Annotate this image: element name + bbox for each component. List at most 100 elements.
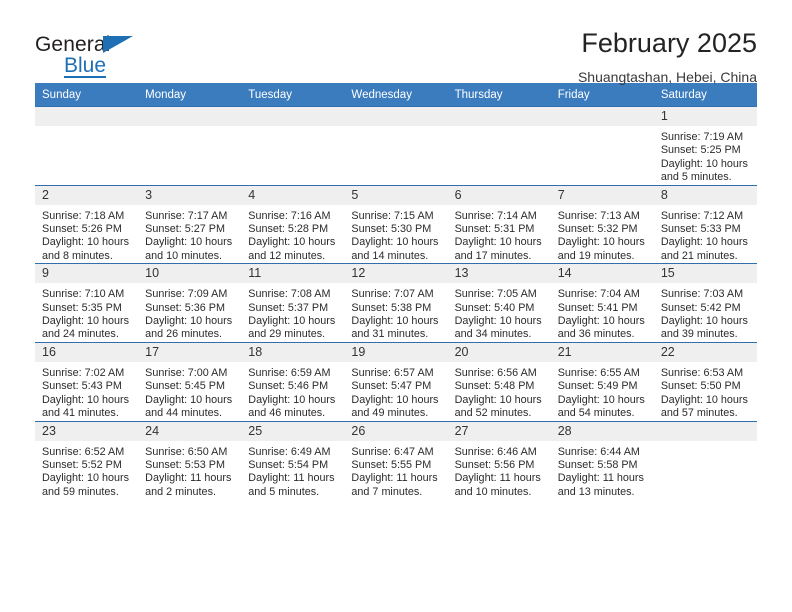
general-blue-logo[interactable]: General Blue [35, 28, 165, 78]
day-details: Sunrise: 6:44 AM Sunset: 5:58 PM Daylight:… [551, 441, 654, 500]
daylight-duration: Daylight: 10 hours and 39 minutes. [660, 315, 748, 341]
calendar-day-cell[interactable]: 9 Sunrise: 7:10 AM Sunset: 5:35 PM Daylight… [35, 263, 139, 343]
calendar-day-cell[interactable]: 20 Sunrise: 6:56 AM Sunset: 5:48 PM Dayligh… [447, 341, 551, 421]
sunrise-time: Sunrise: 6:50 AM [145, 445, 228, 458]
day-number: 13 [447, 264, 551, 284]
sunrise-time: Sunrise: 7:15 AM [351, 209, 434, 222]
sunset-time: Sunset: 5:30 PM [351, 223, 432, 236]
sunset-time: Sunset: 5:50 PM [660, 380, 741, 393]
day-details: Sunrise: 7:16 AM Sunset: 5:28 PM Daylight:… [241, 205, 344, 264]
calendar-day-cell[interactable]: 25 Sunrise: 6:49 AM Sunset: 5:54 PM Dayligh… [241, 420, 345, 500]
day-details: Sunrise: 7:09 AM Sunset: 5:36 PM Daylight:… [138, 283, 241, 342]
calendar-day-cell[interactable]: 14 Sunrise: 7:04 AM Sunset: 5:41 PM Dayligh… [550, 263, 654, 343]
daylight-duration: Daylight: 10 hours and 14 minutes. [351, 236, 439, 262]
calendar-day-cell[interactable]: 23 Sunrise: 6:52 AM Sunset: 5:52 PM Dayligh… [35, 420, 139, 500]
calendar-day-cell-empty [447, 106, 551, 186]
daylight-duration: Daylight: 10 hours and 26 minutes. [145, 315, 233, 341]
calendar-day-cell[interactable]: 21 Sunrise: 6:55 AM Sunset: 5:49 PM Dayligh… [550, 341, 654, 421]
sunrise-time: Sunrise: 7:00 AM [145, 366, 228, 379]
daylight-duration: Daylight: 10 hours and 54 minutes. [557, 393, 645, 420]
sunset-time: Sunset: 5:56 PM [454, 458, 535, 471]
sunset-time: Sunset: 5:47 PM [351, 380, 432, 393]
sunrise-time: Sunrise: 7:14 AM [454, 209, 537, 222]
sunrise-time: Sunrise: 7:03 AM [660, 288, 744, 301]
calendar-day-cell[interactable]: 16 Sunrise: 7:02 AM Sunset: 5:43 PM Dayligh… [35, 341, 139, 421]
calendar-day-cell[interactable]: 13 Sunrise: 7:05 AM Sunset: 5:40 PM Dayligh… [447, 263, 551, 343]
page-title: February 2025 [581, 28, 757, 58]
calendar-day-cell[interactable]: 15 Sunrise: 7:03 AM Sunset: 5:42 PM Dayligh… [653, 263, 757, 343]
calendar-day-cell[interactable]: 7 Sunrise: 7:13 AM Sunset: 5:32 PM Daylight… [550, 184, 654, 264]
calendar-day-cell-empty [550, 106, 654, 186]
calendar-day-cell[interactable]: 8 Sunrise: 7:12 AM Sunset: 5:33 PM Daylight… [653, 184, 757, 264]
sunrise-time: Sunrise: 7:17 AM [145, 209, 228, 222]
calendar-day-cell[interactable]: 17 Sunrise: 7:00 AM Sunset: 5:45 PM Dayligh… [138, 341, 242, 421]
calendar-day-cell[interactable]: 3 Sunrise: 7:17 AM Sunset: 5:27 PM Daylight… [138, 184, 242, 264]
daylight-duration: Daylight: 10 hours and 21 minutes. [660, 236, 748, 262]
day-number: 8 [653, 185, 757, 205]
day-details: Sunrise: 7:03 AM Sunset: 5:42 PM Daylight:… [654, 283, 757, 342]
calendar-day-cell[interactable]: 28 Sunrise: 6:44 AM Sunset: 5:58 PM Dayligh… [550, 420, 654, 500]
calendar-week-row: 16 Sunrise: 7:02 AM Sunset: 5:43 PM Dayligh… [35, 341, 757, 421]
sunset-time: Sunset: 5:26 PM [42, 223, 122, 236]
day-details: Sunrise: 7:10 AM Sunset: 5:35 PM Daylight:… [35, 283, 138, 342]
calendar-day-cell[interactable]: 22 Sunrise: 6:53 AM Sunset: 5:50 PM Dayligh… [653, 341, 757, 421]
sunset-time: Sunset: 5:46 PM [248, 380, 329, 393]
logo-text-general: General [35, 33, 111, 56]
sunset-time: Sunset: 5:55 PM [351, 458, 432, 471]
sunset-time: Sunset: 5:37 PM [248, 301, 329, 314]
day-number: 19 [344, 342, 448, 362]
day-number: 4 [241, 185, 345, 205]
day-number: 7 [550, 185, 654, 205]
weekday-header-tuesday: Tuesday [241, 83, 345, 107]
daylight-duration: Daylight: 10 hours and 31 minutes. [351, 315, 439, 341]
calendar-page: General Blue February 2025 Shuangtashan,… [0, 0, 792, 612]
calendar-day-cell[interactable]: 10 Sunrise: 7:09 AM Sunset: 5:36 PM Dayligh… [138, 263, 242, 343]
daylight-duration: Daylight: 10 hours and 41 minutes. [42, 393, 130, 420]
calendar-day-cell[interactable]: 27 Sunrise: 6:46 AM Sunset: 5:56 PM Dayligh… [447, 420, 551, 500]
day-details: Sunrise: 6:46 AM Sunset: 5:56 PM Daylight:… [448, 441, 551, 500]
day-number: 5 [344, 185, 448, 205]
calendar-day-cell[interactable]: 2 Sunrise: 7:18 AM Sunset: 5:26 PM Daylight… [35, 184, 139, 264]
calendar-week-row: 9 Sunrise: 7:10 AM Sunset: 5:35 PM Daylight… [35, 263, 757, 343]
calendar-day-cell[interactable]: 6 Sunrise: 7:14 AM Sunset: 5:31 PM Daylight… [447, 184, 551, 264]
day-details: Sunrise: 6:53 AM Sunset: 5:50 PM Daylight:… [654, 362, 757, 421]
weekday-header-friday: Friday [550, 83, 654, 107]
day-number: 18 [241, 342, 345, 362]
calendar-day-cell[interactable]: 12 Sunrise: 7:07 AM Sunset: 5:38 PM Dayligh… [344, 263, 448, 343]
calendar-day-cell[interactable]: 4 Sunrise: 7:16 AM Sunset: 5:28 PM Daylight… [241, 184, 345, 264]
sunset-time: Sunset: 5:43 PM [42, 380, 122, 393]
calendar-day-cell[interactable]: 1 Sunrise: 7:19 AM Sunset: 5:25 PM Daylight… [653, 106, 757, 186]
title-block: February 2025 Shuangtashan, Hebei, China [578, 28, 757, 86]
day-number: 11 [241, 264, 345, 284]
day-number: 14 [550, 264, 654, 284]
sunrise-time: Sunrise: 6:59 AM [248, 366, 331, 379]
sunrise-time: Sunrise: 6:56 AM [454, 366, 537, 379]
sunrise-time: Sunrise: 7:16 AM [248, 209, 331, 222]
calendar-day-cell[interactable]: 11 Sunrise: 7:08 AM Sunset: 5:37 PM Dayligh… [241, 263, 345, 343]
day-details: Sunrise: 7:07 AM Sunset: 5:38 PM Daylight:… [344, 283, 447, 342]
sunrise-time: Sunrise: 7:02 AM [42, 366, 125, 379]
calendar-day-cell[interactable]: 18 Sunrise: 6:59 AM Sunset: 5:46 PM Dayligh… [241, 341, 345, 421]
day-number: 25 [241, 421, 345, 441]
daylight-duration: Daylight: 11 hours and 7 minutes. [351, 472, 438, 498]
sunset-time: Sunset: 5:25 PM [660, 144, 741, 157]
calendar-day-cell[interactable]: 26 Sunrise: 6:47 AM Sunset: 5:55 PM Dayligh… [344, 420, 448, 500]
sunset-time: Sunset: 5:48 PM [454, 380, 535, 393]
sunset-time: Sunset: 5:58 PM [557, 458, 638, 471]
daylight-duration: Daylight: 11 hours and 2 minutes. [145, 472, 232, 498]
calendar-day-cell[interactable]: 5 Sunrise: 7:15 AM Sunset: 5:30 PM Daylight… [344, 184, 448, 264]
sunrise-time: Sunrise: 7:08 AM [248, 288, 331, 301]
calendar-day-cell[interactable]: 19 Sunrise: 6:57 AM Sunset: 5:47 PM Dayligh… [344, 341, 448, 421]
sunset-time: Sunset: 5:35 PM [42, 301, 122, 314]
day-details: Sunrise: 6:57 AM Sunset: 5:47 PM Daylight:… [344, 362, 447, 421]
sunrise-time: Sunrise: 6:49 AM [248, 445, 331, 458]
page-header: General Blue February 2025 Shuangtashan,… [35, 0, 757, 85]
day-number: 6 [447, 185, 551, 205]
location-subtitle: Shuangtashan, Hebei, China [577, 69, 757, 85]
calendar-day-cell[interactable]: 24 Sunrise: 6:50 AM Sunset: 5:53 PM Dayligh… [138, 420, 242, 500]
calendar-header-row: Sunday Monday Tuesday Wednesday Thursday Frid… [35, 83, 757, 107]
daylight-duration: Daylight: 10 hours and 5 minutes. [660, 157, 748, 184]
sunrise-time: Sunrise: 6:57 AM [351, 366, 434, 379]
day-number [138, 107, 242, 126]
calendar-week-row: 2 Sunrise: 7:18 AM Sunset: 5:26 PM Daylight… [35, 184, 757, 264]
